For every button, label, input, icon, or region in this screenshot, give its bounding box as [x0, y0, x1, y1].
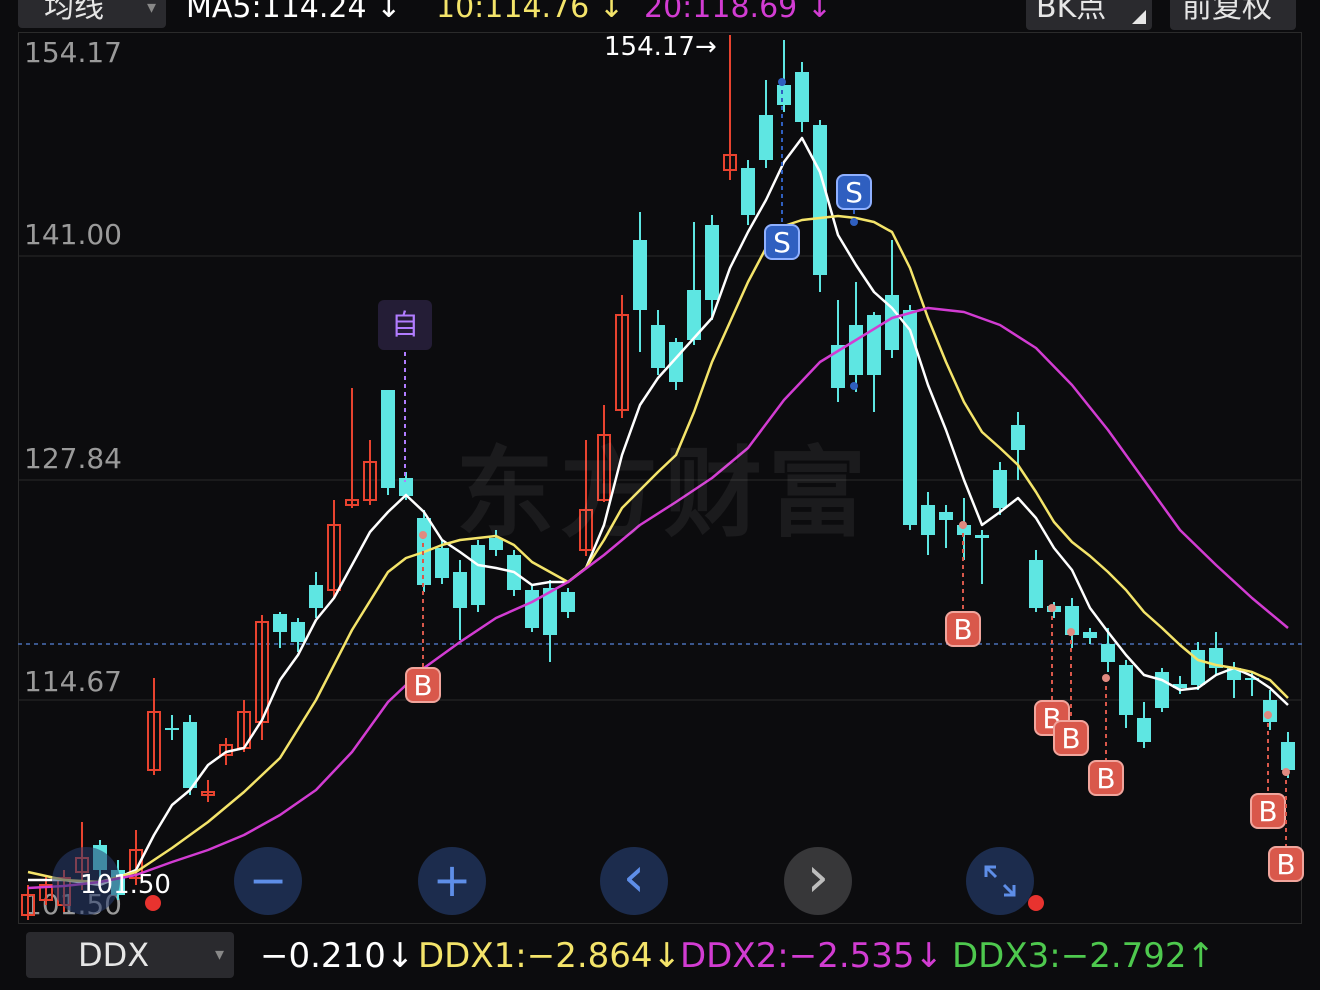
candle-body [183, 722, 197, 788]
candle-body [795, 72, 809, 122]
candle-body [867, 315, 881, 375]
buy-signal-label: B [1276, 848, 1295, 881]
candle-body [525, 590, 539, 628]
candle-body [309, 585, 323, 608]
fullscreen-button[interactable] [966, 847, 1034, 915]
candle-body [705, 225, 719, 300]
chevron-right-icon: › [806, 845, 830, 910]
candle-body [1263, 700, 1277, 722]
sell-signal-dot [850, 218, 858, 226]
candle-body [759, 115, 773, 160]
ddx3-value: DDX3:−2.792↑ [952, 936, 1216, 976]
candle-body [1119, 665, 1133, 715]
candle-body [651, 325, 665, 368]
ma20-line [27, 306, 1289, 890]
ddx-indicator-select[interactable]: DDX ▾ [26, 932, 234, 978]
scroll-right-button[interactable]: › [784, 847, 852, 915]
self-select-tag[interactable]: 自 [378, 300, 432, 350]
candle-body [813, 125, 827, 275]
buy-signal-dot [1048, 604, 1056, 612]
plus-icon: + [432, 853, 472, 907]
arrow-down-icon: ↓ [914, 936, 944, 976]
overlay-price-label: 101.50 [80, 870, 171, 900]
candle-body [1029, 560, 1043, 608]
buy-signal-label: B [413, 669, 432, 702]
scroll-left-button[interactable]: ‹ [600, 847, 668, 915]
candle-body [921, 505, 935, 535]
candle-body [993, 470, 1007, 508]
candle-body [777, 85, 791, 105]
candle-body [273, 614, 287, 632]
expand-icon [984, 865, 1016, 897]
zoom-in-button[interactable]: + [418, 847, 486, 915]
buy-signal-dot [1102, 674, 1110, 682]
sell-signal-dot [778, 78, 786, 86]
notification-dot [1028, 895, 1044, 911]
ddx1-value: DDX1:−2.864↓ [418, 936, 682, 976]
buy-signal-dot [959, 521, 967, 529]
max-price-marker: 154.17→ [604, 32, 717, 62]
ddx2-value: DDX2:−2.535↓ [680, 936, 944, 976]
candle-body [381, 390, 395, 488]
candle-body [1281, 742, 1295, 770]
candle-body [1137, 718, 1151, 742]
candle-body [453, 572, 467, 608]
candle-body [1011, 425, 1025, 450]
candle-body [741, 168, 755, 215]
buy-signal-label: B [953, 613, 972, 646]
candle-body [849, 325, 863, 375]
candle-body [633, 240, 647, 310]
candle-body [1101, 644, 1115, 662]
ddx-indicator-label: DDX [78, 936, 150, 974]
arrow-up-icon: ↑ [1186, 936, 1216, 976]
buy-signal-label: B [1061, 722, 1080, 755]
chevron-left-icon: ‹ [622, 845, 646, 910]
sell-signal-label: S [773, 226, 791, 259]
candle-body [1083, 632, 1097, 638]
candle-body [435, 548, 449, 578]
buy-signal-dot [1264, 711, 1272, 719]
ddx-value: −0.210↓ [260, 936, 415, 976]
candle-body [165, 728, 179, 730]
sell-signal-label: S [845, 176, 863, 209]
buy-signal-label: B [1258, 795, 1277, 828]
minus-icon: − [248, 853, 288, 907]
candle-body [291, 622, 305, 642]
buy-signal-dot [1067, 628, 1075, 636]
buy-signal-label: B [1096, 762, 1115, 795]
chevron-down-icon: ▾ [214, 944, 224, 965]
watermark: 东方财富 [456, 437, 873, 551]
candle-body [975, 535, 989, 538]
arrow-down-icon: ↓ [652, 936, 682, 976]
buy-signal-dot [419, 531, 427, 539]
candle-body [561, 592, 575, 612]
arrow-down-icon: ↓ [385, 936, 415, 976]
buy-signal-dot [1282, 768, 1290, 776]
sell-signal-dot [850, 382, 858, 390]
zoom-out-button[interactable]: − [234, 847, 302, 915]
candle-body [939, 512, 953, 520]
